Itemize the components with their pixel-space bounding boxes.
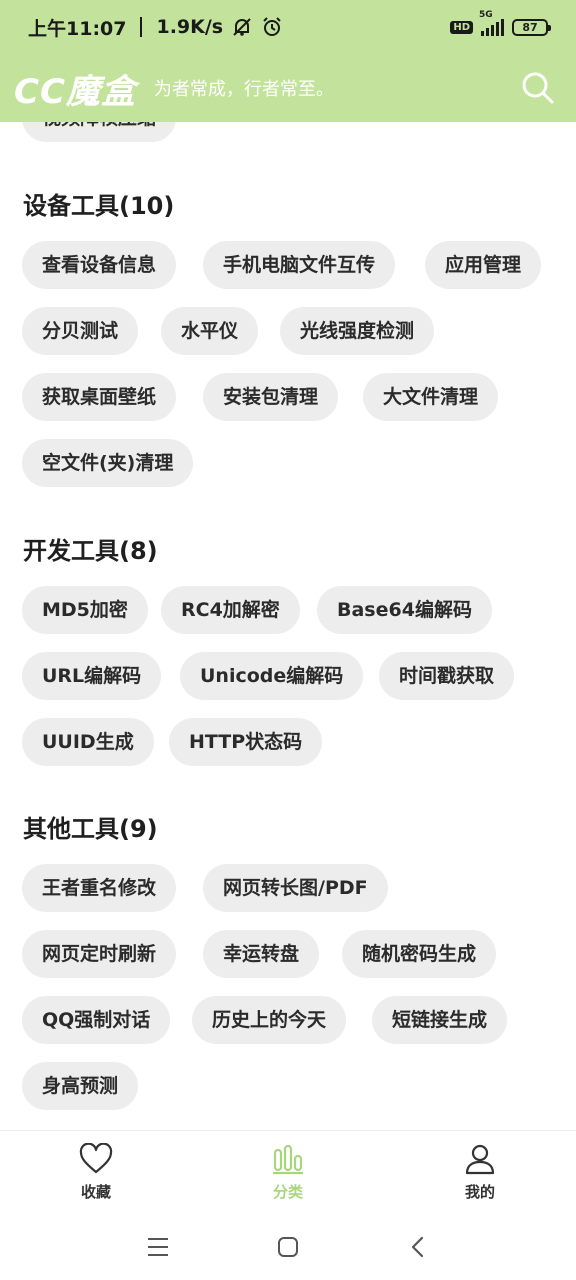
tool-chip[interactable]: UUID生成 (22, 718, 154, 766)
tool-chip[interactable]: HTTP状态码 (169, 718, 323, 766)
app-slogan: 为者常成，行者常至。 (153, 79, 334, 100)
tool-chip[interactable]: 随机密码生成 (342, 930, 497, 978)
tool-chip[interactable]: 王者重名修改 (22, 864, 177, 912)
search-button[interactable] (518, 68, 558, 108)
menu-button[interactable] (143, 1232, 173, 1262)
tool-chip[interactable]: 网页转长图/PDF (203, 864, 388, 912)
tool-chip[interactable]: MD5加密 (22, 586, 148, 634)
tool-chip[interactable]: 安装包清理 (203, 373, 339, 421)
signal-icon: 5G (479, 10, 504, 36)
tool-chip[interactable]: 网页定时刷新 (22, 930, 177, 978)
back-button[interactable] (403, 1232, 433, 1262)
back-chevron-icon (411, 1236, 424, 1258)
tool-chip[interactable]: 时间戳获取 (379, 652, 515, 700)
nav-categories[interactable]: 分类 (228, 1141, 348, 1202)
tool-chip[interactable]: QQ强制对话 (22, 996, 171, 1044)
search-icon (522, 72, 554, 104)
status-time: 上午11:07 (28, 17, 127, 40)
mute-bell-icon (231, 16, 253, 38)
nav-label: 分类 (272, 1183, 303, 1201)
status-separator (140, 17, 143, 37)
system-nav-bar (0, 1212, 576, 1280)
tool-chip[interactable]: 手机电脑文件互传 (203, 241, 396, 289)
bar-chart-icon (273, 1144, 303, 1175)
tool-chip[interactable]: 应用管理 (425, 241, 542, 289)
tool-chip[interactable]: 光线强度检测 (280, 307, 435, 355)
app-bar: CC魔盒 为者常成，行者常至。 (0, 54, 576, 122)
home-button[interactable] (273, 1232, 303, 1262)
section-title-device: 设备工具(10) (23, 192, 175, 220)
network-type: 5G (479, 10, 493, 20)
tool-chip[interactable]: 水平仪 (161, 307, 259, 355)
heart-icon (79, 1143, 113, 1174)
tool-chip[interactable]: 大文件清理 (363, 373, 499, 421)
status-bar: 上午11:07 1.9K/s HD 5G 87 (0, 0, 576, 54)
tool-chip[interactable]: 获取桌面壁纸 (22, 373, 177, 421)
tool-chip-partial[interactable]: 视频降帧压缩 (22, 122, 177, 142)
tool-chip[interactable]: 查看设备信息 (22, 241, 177, 289)
top-header: 上午11:07 1.9K/s HD 5G 87 CC魔盒 为者常成，行者常至。 (0, 0, 576, 122)
tool-chip[interactable]: 短链接生成 (372, 996, 508, 1044)
tool-chip[interactable]: URL编解码 (22, 652, 162, 700)
tool-chip[interactable]: Unicode编解码 (180, 652, 364, 700)
section-title-other: 其他工具(9) (23, 815, 158, 843)
tool-chip[interactable]: Base64编解码 (317, 586, 492, 634)
battery-indicator: 87 (512, 18, 551, 36)
tool-chip[interactable]: RC4加解密 (161, 586, 300, 634)
menu-icon (148, 1238, 168, 1256)
tool-chip[interactable]: 分贝测试 (22, 307, 139, 355)
network-speed: 1.9K/s (156, 16, 224, 38)
tool-chip[interactable]: 空文件(夹)清理 (22, 439, 194, 487)
person-icon (465, 1144, 495, 1175)
tool-chip[interactable]: 历史上的今天 (192, 996, 347, 1044)
alarm-icon (261, 16, 283, 38)
nav-label: 收藏 (80, 1183, 111, 1201)
nav-mine[interactable]: 我的 (420, 1141, 540, 1202)
section-title-dev: 开发工具(8) (23, 537, 158, 565)
tool-chip[interactable]: 幸运转盘 (203, 930, 320, 978)
hd-badge: HD (450, 20, 473, 34)
tool-chip[interactable]: 身高预测 (22, 1062, 139, 1110)
tool-category-list: 视频降帧压缩 设备工具(10) 查看设备信息 手机电脑文件互传 应用管理 分贝测… (0, 122, 576, 1130)
home-square-icon (278, 1237, 298, 1257)
nav-label: 我的 (464, 1183, 495, 1201)
app-logo: CC魔盒 (14, 71, 136, 112)
nav-favorites[interactable]: 收藏 (36, 1141, 156, 1202)
bottom-nav: 收藏 分类 我的 (0, 1130, 576, 1212)
